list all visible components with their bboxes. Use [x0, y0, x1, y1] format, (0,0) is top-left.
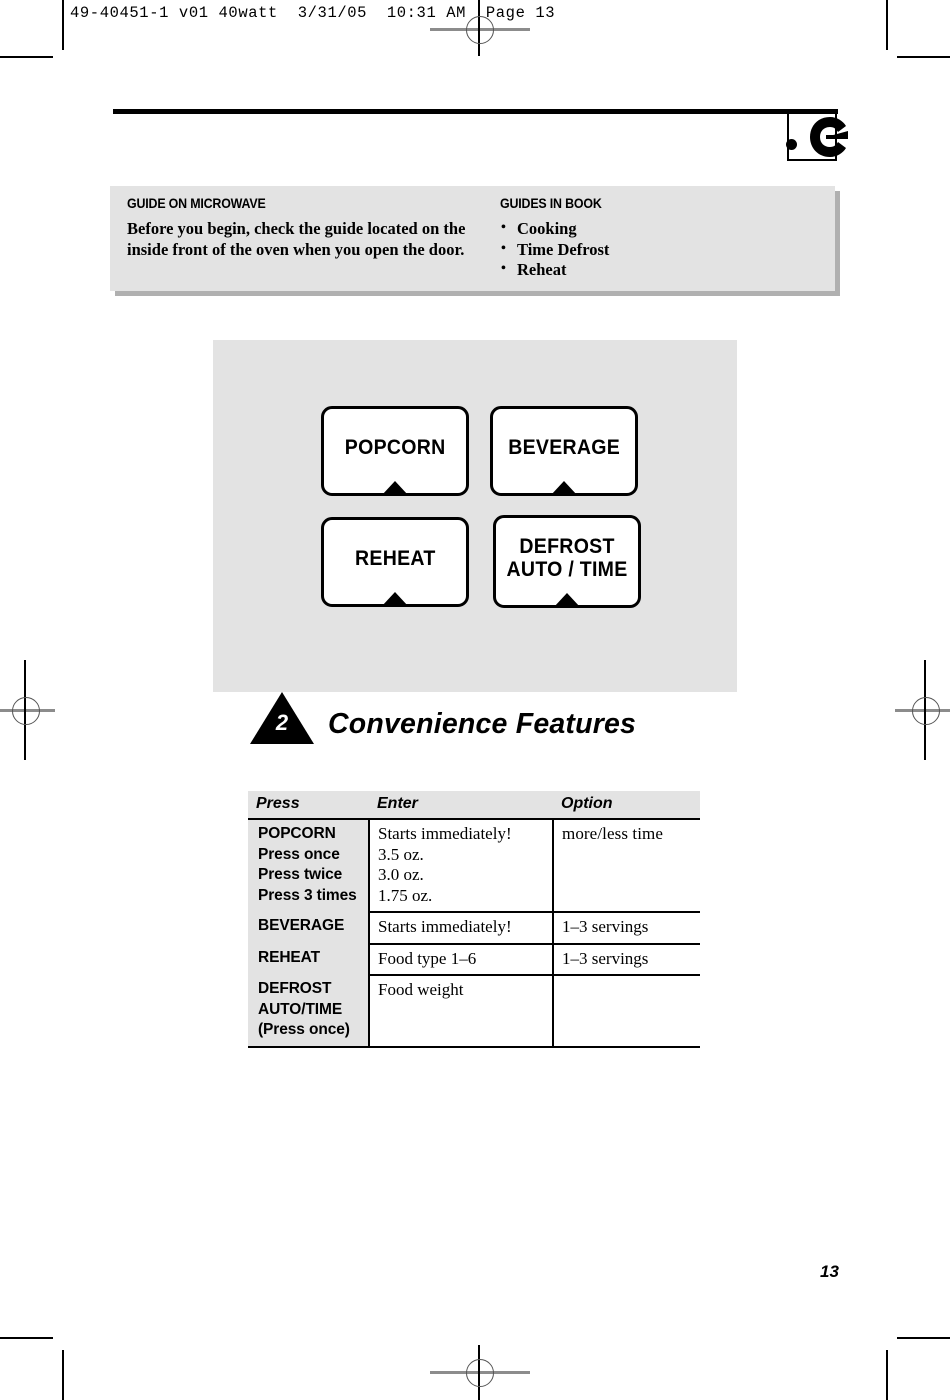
column-header-press: Press — [248, 791, 369, 820]
convenience-features-table-wrapper: Press Enter Option POPCORN Press once Pr… — [248, 791, 700, 1048]
beverage-button-label: BEVERAGE — [508, 436, 620, 459]
table-row: DEFROST AUTO/TIME (Press once) Food weig… — [248, 975, 700, 1048]
table-header-row: Press Enter Option — [248, 791, 700, 820]
printer-slug-line: 49-40451-1 v01 40watt 3/31/05 10:31 AM P… — [70, 4, 556, 22]
popcorn-button[interactable]: POPCORN — [321, 406, 469, 496]
registration-mark-bottom — [430, 1345, 530, 1400]
cell-press: DEFROST AUTO/TIME (Press once) — [248, 975, 370, 1048]
button-notch-icon — [382, 481, 408, 495]
list-item: Reheat — [500, 259, 820, 281]
cell-press: POPCORN Press once Press twice Press 3 t… — [248, 819, 370, 912]
beverage-button[interactable]: BEVERAGE — [490, 406, 638, 496]
button-notch-icon — [382, 592, 408, 606]
page-title: Convenience Features — [328, 708, 637, 740]
registration-mark-right — [880, 660, 950, 760]
registration-mark-left — [0, 660, 70, 760]
page-header-rule — [113, 109, 838, 114]
cell-option — [553, 975, 700, 1048]
guide-on-microwave-title: GUIDE ON MICROWAVE — [127, 196, 266, 211]
cell-enter: Food type 1–6 — [369, 943, 554, 976]
table-row: REHEAT Food type 1–6 1–3 servings — [248, 943, 700, 976]
crop-mark-top-left-horizontal — [0, 56, 53, 58]
guides-in-book-title: GUIDES IN BOOK — [500, 196, 602, 211]
reheat-button[interactable]: REHEAT — [321, 517, 469, 607]
convenience-features-table: Press Enter Option POPCORN Press once Pr… — [248, 791, 700, 1048]
column-header-enter: Enter — [369, 791, 553, 820]
table-row: POPCORN Press once Press twice Press 3 t… — [248, 819, 700, 913]
reheat-button-label: REHEAT — [354, 547, 436, 570]
cell-option: 1–3 servings — [553, 943, 700, 976]
section-number: 2 — [275, 710, 289, 735]
guides-in-book-column: GUIDES IN BOOK Cooking Time Defrost Rehe… — [500, 196, 820, 281]
brand-glyph-icon — [808, 116, 848, 158]
crop-mark-top-right-horizontal — [897, 56, 950, 58]
crop-mark-bottom-left-horizontal — [0, 1337, 53, 1339]
guide-on-microwave-body: Before you begin, check the guide locate… — [127, 219, 466, 259]
cell-enter: Food weight — [369, 975, 554, 1048]
button-notch-icon — [551, 481, 577, 495]
control-panel-illustration: POPCORN BEVERAGE REHEAT DEFROST AUTO / T… — [213, 340, 737, 692]
section-heading: 2 Convenience Features — [250, 692, 750, 752]
cell-enter: Starts immediately! 3.5 oz. 3.0 oz. 1.75… — [369, 819, 554, 913]
guides-in-book-list: Cooking Time Defrost Reheat — [500, 218, 820, 281]
page-number: 13 — [820, 1262, 839, 1281]
list-item: Cooking — [500, 218, 820, 240]
crop-mark-bottom-left-vertical — [62, 1350, 64, 1400]
logo-dot-icon — [786, 139, 797, 150]
defrost-auto-time-button-label: DEFROST AUTO / TIME — [506, 535, 628, 581]
cell-option: more/less time — [553, 819, 700, 913]
cell-enter: Starts immediately! — [369, 912, 554, 945]
cell-option: 1–3 servings — [553, 912, 700, 945]
cell-press: BEVERAGE — [248, 912, 370, 944]
table-row: BEVERAGE Starts immediately! 1–3 serving… — [248, 912, 700, 945]
button-notch-icon — [554, 593, 580, 607]
popcorn-button-label: POPCORN — [344, 436, 446, 459]
guide-on-microwave-column: GUIDE ON MICROWAVE Before you begin, che… — [127, 196, 507, 260]
crop-mark-top-right-vertical — [886, 0, 888, 50]
defrost-auto-time-button[interactable]: DEFROST AUTO / TIME — [493, 515, 641, 608]
crop-mark-bottom-right-horizontal — [897, 1337, 950, 1339]
column-header-option: Option — [553, 791, 700, 820]
cell-press: REHEAT — [248, 943, 370, 975]
crop-mark-top-left-vertical — [62, 0, 64, 50]
guide-info-box: GUIDE ON MICROWAVE Before you begin, che… — [110, 186, 835, 291]
crop-mark-bottom-right-vertical — [886, 1350, 888, 1400]
list-item: Time Defrost — [500, 239, 820, 261]
